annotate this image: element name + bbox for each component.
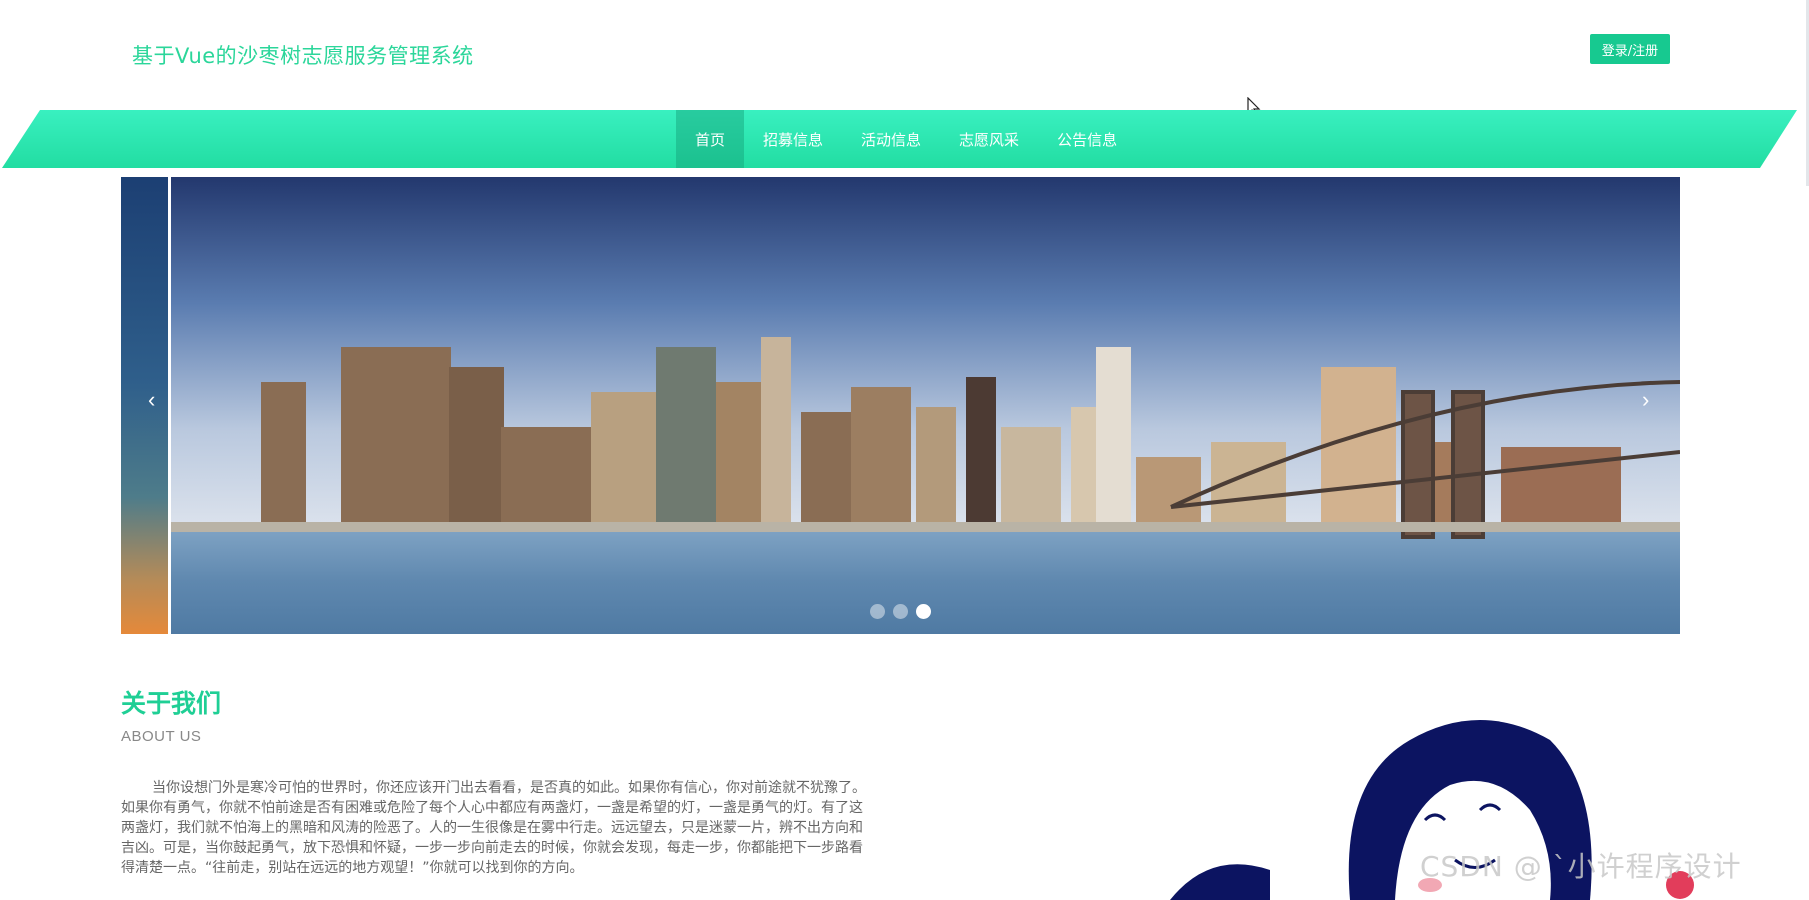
nav-item-activities[interactable]: 活动信息 xyxy=(842,110,940,168)
carousel-prev-arrow-icon[interactable]: ‹ xyxy=(148,389,155,411)
nav-item-recruitment[interactable]: 招募信息 xyxy=(744,110,842,168)
carousel-indicators xyxy=(870,604,931,619)
nav-menu: 首页 招募信息 活动信息 志愿风采 公告信息 xyxy=(676,110,1136,168)
city-skyline-banner-image xyxy=(171,177,1680,634)
carousel-dot-1[interactable] xyxy=(870,604,885,619)
about-section-text: 当你设想门外是寒冷可怕的世界时，你还应该开门出去看看，是否真的如此。如果你有信心… xyxy=(121,780,866,876)
previous-slide-edge xyxy=(121,177,168,634)
carousel-dot-2[interactable] xyxy=(893,604,908,619)
csdn-watermark: CSDN @ `小许程序设计 xyxy=(1420,850,1742,883)
banner-carousel[interactable]: ‹ › xyxy=(121,177,1680,634)
carousel-next-arrow-icon[interactable]: › xyxy=(1642,389,1649,411)
nav-item-announcements[interactable]: 公告信息 xyxy=(1038,110,1136,168)
carousel-dot-3[interactable] xyxy=(916,604,931,619)
login-register-button[interactable]: 登录/注册 xyxy=(1590,34,1670,64)
nav-item-volunteer-showcase[interactable]: 志愿风采 xyxy=(940,110,1038,168)
about-section-title: 关于我们 xyxy=(121,689,222,718)
site-title: 基于Vue的沙枣树志愿服务管理系统 xyxy=(132,44,474,68)
about-section-subtitle: ABOUT US xyxy=(121,728,202,745)
nav-item-home[interactable]: 首页 xyxy=(676,110,745,168)
